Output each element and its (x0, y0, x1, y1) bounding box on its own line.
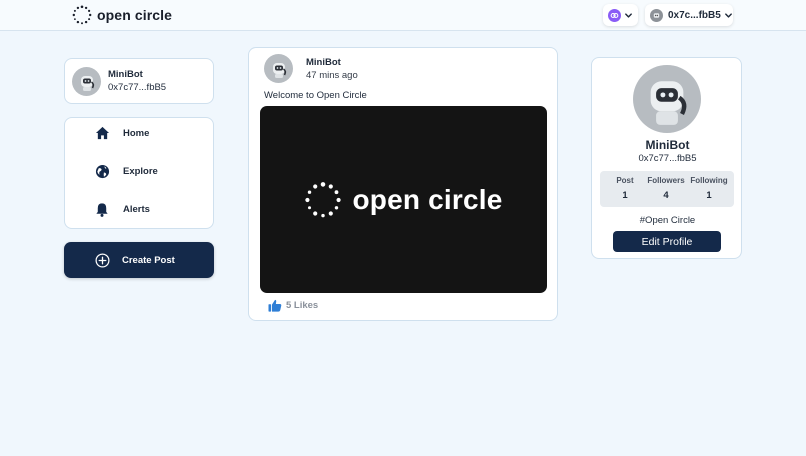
bell-icon (96, 202, 108, 217)
create-post-button[interactable]: Create Post (64, 242, 214, 278)
like-button[interactable]: 5 Likes (268, 299, 318, 312)
stat-value: 1 (706, 190, 712, 201)
wallet-account-button[interactable]: 0x7c...fbB5 (645, 4, 733, 26)
stat-posts[interactable]: Post 1 (610, 176, 640, 201)
home-icon (95, 126, 110, 140)
profile-address: 0x7c77...fbB5 (638, 153, 697, 164)
post-card[interactable]: MiniBot 47 mins ago Welcome to Open Circ… (248, 47, 558, 321)
stat-value: 4 (663, 190, 669, 201)
profile-name: MiniBot (108, 69, 143, 80)
edit-profile-button[interactable]: Edit Profile (613, 231, 721, 252)
stat-following[interactable]: Following 1 (689, 176, 729, 201)
avatar[interactable] (264, 54, 293, 83)
stat-label: Following (690, 176, 728, 185)
post-timestamp: 47 mins ago (306, 70, 358, 81)
nav-label: Explore (123, 165, 158, 177)
nav-label: Home (123, 127, 150, 139)
nav-label: Alerts (123, 203, 150, 215)
stat-value: 1 (622, 190, 628, 201)
wallet-avatar-icon (650, 8, 663, 22)
likes-count: 5 Likes (286, 300, 319, 311)
right-profile-card: MiniBot 0x7c77...fbB5 Post 1 Followers 4… (591, 57, 742, 259)
post-author[interactable]: MiniBot (306, 57, 341, 68)
robot-avatar-icon (80, 75, 94, 91)
profile-name: MiniBot (645, 138, 690, 152)
top-header: open circle 0x7c...fbB5 (0, 0, 806, 31)
plus-circle-icon (95, 253, 110, 267)
chain-link-icon (608, 8, 621, 22)
post-image-logo-text: open circle (352, 183, 503, 215)
chevron-down-icon (625, 12, 632, 18)
logo-text: open circle (97, 7, 173, 23)
create-post-label: Create Post (122, 254, 175, 266)
globe-icon (95, 164, 110, 178)
app-logo[interactable]: open circle (72, 5, 172, 25)
profile-tag: #Open Circle (639, 215, 696, 226)
open-circle-logo-icon (305, 181, 342, 217)
post-image-logo: open circle (304, 181, 502, 219)
open-circle-logo-icon (72, 5, 92, 25)
profile-stats: Post 1 Followers 4 Following 1 (600, 171, 734, 207)
robot-avatar-icon (650, 81, 687, 125)
left-profile-card[interactable]: MiniBot 0x7c77...fbB5 (64, 58, 214, 104)
wallet-address: 0x7c...fbB5 (668, 9, 721, 21)
stat-label: Followers (647, 176, 685, 185)
thumbs-up-icon (268, 299, 282, 312)
profile-address: 0x7c77...fbB5 (108, 82, 167, 93)
robot-avatar-icon (272, 62, 286, 78)
nav-item-alerts[interactable]: Alerts (65, 197, 215, 221)
avatar (72, 67, 101, 96)
stat-followers[interactable]: Followers 4 (647, 176, 685, 201)
chevron-down-icon (724, 12, 732, 18)
network-selector-button[interactable] (603, 4, 638, 26)
avatar[interactable] (633, 65, 701, 133)
post-text: Welcome to Open Circle (264, 90, 367, 101)
nav-item-home[interactable]: Home (65, 121, 215, 145)
stat-label: Post (616, 176, 634, 185)
navigation-menu: Home Explore Alerts (64, 117, 214, 229)
nav-item-explore[interactable]: Explore (65, 159, 215, 183)
post-image[interactable]: open circle (260, 106, 547, 293)
